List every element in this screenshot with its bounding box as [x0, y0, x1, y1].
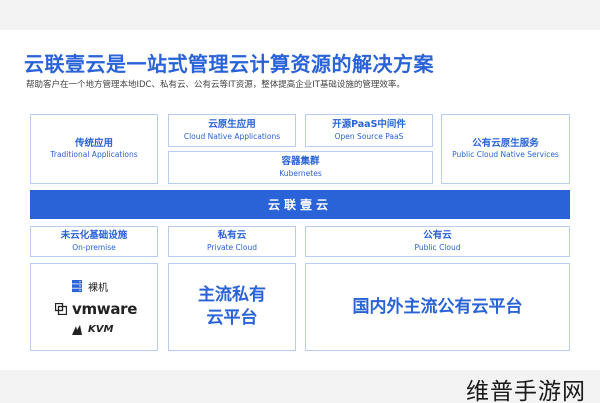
public-cloud-header-box: 公有云 Public Cloud [305, 226, 570, 257]
kubernetes-en: Kubernetes [279, 168, 322, 178]
public-cloud-zh: 公有云 [423, 230, 452, 242]
private-cloud-en: Private Cloud [207, 242, 257, 252]
bare-metal-row: 裸机 [71, 279, 108, 294]
on-premise-vendors-box: 裸机 vmware KVM [30, 263, 158, 351]
architecture-slide: 云联壹云是一站式管理云计算资源的解决方案 帮助客户在一个地方管理本地IDC、私有… [0, 30, 600, 370]
vmware-logo-text: vmware [72, 299, 138, 318]
public-cloud-en: Public Cloud [414, 242, 461, 252]
kubernetes-box: 容器集群 Kubernetes [168, 151, 433, 184]
public-cloud-platforms-box: 国内外主流公有云平台 [305, 263, 570, 351]
cloud-native-apps-en: Cloud Native Applications [183, 131, 281, 141]
private-cloud-big-line2: 云平台 [206, 308, 258, 328]
private-cloud-header-box: 私有云 Private Cloud [168, 226, 296, 257]
private-cloud-zh: 私有云 [217, 230, 247, 242]
bare-metal-label: 裸机 [88, 282, 108, 294]
kvm-logo-icon [72, 324, 82, 335]
cloud-native-apps-zh: 云原生应用 [208, 119, 256, 131]
public-native-services-box: 公有云原生服务 Public Cloud Native Services [441, 114, 570, 184]
on-premise-header-box: 未云化基础设施 On-premise [30, 226, 158, 257]
public-cloud-big: 国内外主流公有云平台 [352, 296, 523, 317]
on-premise-zh: 未云化基础设施 [60, 230, 128, 242]
server-icon [72, 280, 82, 293]
vmware-row: vmware [55, 300, 137, 318]
traditional-apps-box: 传统应用 Traditional Applications [30, 114, 158, 184]
kvm-logo-text: KVM [88, 324, 114, 335]
public-native-services-en: Public Cloud Native Services [452, 150, 559, 160]
slide-subtitle: 帮助客户在一个地方管理本地IDC、私有云、公有云等IT资源，整体提高企业IT基础… [26, 80, 405, 90]
kubernetes-zh: 容器集群 [281, 156, 320, 168]
open-source-paas-zh: 开源PaaS中间件 [332, 119, 406, 131]
public-native-services-zh: 公有云原生服务 [472, 137, 539, 149]
open-source-paas-en: Open Source PaaS [334, 131, 404, 141]
slide-title: 云联壹云是一站式管理云计算资源的解决方案 [24, 52, 434, 76]
vmware-logo-icon [55, 302, 67, 315]
open-source-paas-box: 开源PaaS中间件 Open Source PaaS [305, 114, 433, 147]
traditional-apps-en: Traditional Applications [50, 150, 138, 160]
on-premise-en: On-premise [72, 242, 116, 252]
traditional-apps-zh: 传统应用 [74, 137, 113, 149]
platform-bar: 云联壹云 [30, 190, 570, 219]
private-cloud-big-line1: 主流私有 [198, 285, 266, 306]
cloud-native-apps-box: 云原生应用 Cloud Native Applications [168, 114, 296, 147]
watermark-text: 维普手游网 [466, 379, 586, 403]
private-cloud-platforms-box: 主流私有 云平台 [168, 263, 296, 351]
kvm-row: KVM [71, 324, 113, 336]
